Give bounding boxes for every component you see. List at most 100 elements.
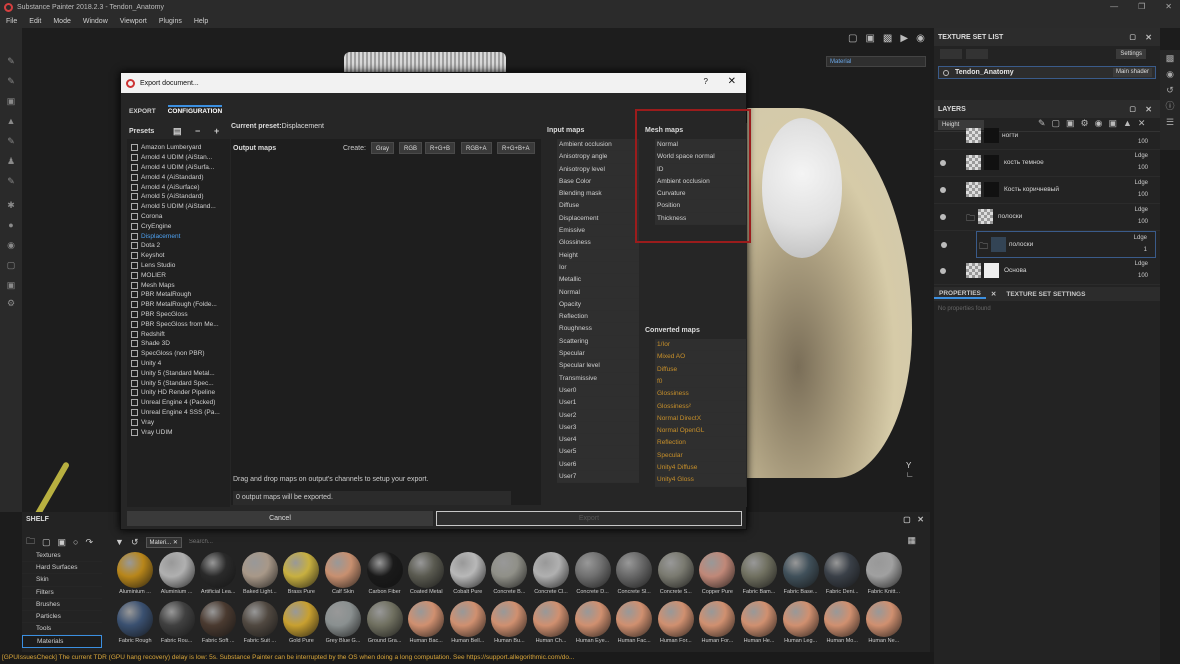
preset-item[interactable]: Mesh Maps bbox=[131, 280, 230, 290]
layer-blend[interactable]: Ldge bbox=[1135, 153, 1148, 159]
layer-opacity[interactable]: 100 bbox=[1138, 192, 1148, 198]
input-map-item[interactable]: Height bbox=[557, 249, 639, 262]
preset-item[interactable]: Unreal Engine 4 (Packed) bbox=[131, 398, 230, 408]
preset-item[interactable]: Arnold 4 (AiStandard) bbox=[131, 172, 230, 182]
layer-blend[interactable]: Ldge bbox=[1135, 261, 1148, 267]
menu-mode[interactable]: Mode bbox=[53, 18, 71, 25]
frame-icon[interactable]: ▢ bbox=[848, 33, 857, 44]
preset-item[interactable]: Arnold 4 UDIM (AiStan... bbox=[131, 153, 230, 163]
float-icon[interactable]: ▢ bbox=[1129, 105, 1136, 113]
export-icon[interactable]: ▣ bbox=[6, 280, 16, 290]
shelf-category-item[interactable]: Textures bbox=[22, 550, 102, 563]
shelf-category-item[interactable]: Brushes bbox=[22, 599, 102, 611]
input-map-item[interactable]: User2 bbox=[557, 409, 639, 422]
minimize-icon[interactable]: — bbox=[1110, 2, 1118, 11]
tab-texture-set-settings[interactable]: TEXTURE SET SETTINGS bbox=[1001, 291, 1090, 298]
preset-item[interactable]: Displacement bbox=[131, 231, 230, 241]
preset-item[interactable]: Unity 4 bbox=[131, 359, 230, 369]
tab-configuration[interactable]: CONFIGURATION bbox=[167, 105, 223, 117]
preset-item[interactable]: PBR MetalRough bbox=[131, 290, 230, 300]
light-icon[interactable]: ● bbox=[6, 220, 16, 230]
projection-icon[interactable]: ▣ bbox=[6, 96, 16, 106]
export-button[interactable]: Export bbox=[436, 511, 742, 526]
input-map-item[interactable]: User0 bbox=[557, 384, 639, 398]
close-panel-icon[interactable]: ✕ bbox=[1145, 105, 1152, 114]
eye-icon[interactable] bbox=[940, 214, 946, 220]
layer-blend[interactable]: Ldge bbox=[1134, 235, 1147, 241]
converted-map-item[interactable]: Unity4 Gloss bbox=[655, 474, 746, 487]
photoshop-icon[interactable]: ▢ bbox=[6, 260, 16, 270]
close-dialog-icon[interactable]: ✕ bbox=[728, 76, 736, 87]
material-thumbnail[interactable]: Cobalt Pure bbox=[448, 552, 488, 600]
preset-item[interactable]: Keyshot bbox=[131, 251, 230, 261]
layer-row[interactable]: ногти 100 bbox=[934, 128, 1160, 150]
material-thumbnail[interactable]: Fabric Soft ... bbox=[198, 601, 238, 649]
material-thumbnail[interactable]: Brass Pure bbox=[281, 552, 321, 600]
material-thumbnail[interactable]: Fabric Base... bbox=[781, 552, 821, 600]
preset-item[interactable]: PBR SpecGloss bbox=[131, 310, 230, 320]
preset-item[interactable]: Unity 5 (Standard Metal... bbox=[131, 368, 230, 378]
material-thumbnail[interactable]: Human For... bbox=[656, 601, 696, 649]
preset-item[interactable]: Shade 3D bbox=[131, 339, 230, 349]
material-thumbnail[interactable]: Human Mo... bbox=[822, 601, 862, 649]
refresh-icon[interactable]: ↺ bbox=[131, 537, 139, 548]
preset-item[interactable]: Arnold 4 UDIM (AiSurfa... bbox=[131, 163, 230, 173]
material-mode-select[interactable]: Material bbox=[826, 56, 926, 67]
material-thumbnail[interactable]: Human Bell... bbox=[448, 601, 488, 649]
screenshot-icon[interactable]: ◉ bbox=[916, 33, 925, 44]
material-thumbnail[interactable]: Human Ch... bbox=[531, 601, 571, 649]
preset-item[interactable]: Vray UDIM bbox=[131, 427, 230, 437]
folder-icon[interactable]: 🗀 bbox=[26, 534, 35, 550]
material-thumbnail[interactable]: Human For... bbox=[697, 601, 737, 649]
display-settings-icon[interactable]: ▩ bbox=[1160, 50, 1180, 66]
material-thumbnail[interactable]: Human Bac... bbox=[406, 601, 446, 649]
material-thumbnail[interactable]: Concrete Sl... bbox=[614, 552, 654, 600]
input-map-item[interactable]: Base Color bbox=[557, 175, 639, 189]
preset-item[interactable]: Redshift bbox=[131, 329, 230, 339]
input-map-item[interactable]: User7 bbox=[557, 471, 639, 484]
material-thumbnail[interactable]: Fabric Knitt... bbox=[864, 552, 904, 600]
close-panel-icon[interactable]: ▢ ✕ bbox=[903, 515, 924, 524]
bake-icon[interactable]: ✱ bbox=[6, 200, 16, 210]
shelf-category-item[interactable]: Tools bbox=[22, 623, 102, 636]
material-thumbnail[interactable]: Carbon Fiber bbox=[365, 552, 405, 600]
shelf-category-item[interactable]: Hard Surfaces bbox=[22, 562, 102, 575]
converted-map-item[interactable]: Reflection bbox=[655, 437, 746, 450]
menu-file[interactable]: File bbox=[6, 18, 17, 25]
video-icon[interactable]: ▶ bbox=[900, 33, 908, 44]
layer-tools-icons[interactable]: ✎▢▣⚙◉▣▲✕ bbox=[1038, 118, 1151, 129]
clone-icon[interactable]: ♟ bbox=[6, 156, 16, 166]
eye-icon[interactable] bbox=[941, 242, 947, 248]
input-map-item[interactable]: Diffuse bbox=[557, 200, 639, 213]
create-rgb-button[interactable]: RGB bbox=[399, 142, 423, 154]
settings-icon[interactable]: ⚙ bbox=[6, 298, 16, 308]
layer-opacity[interactable]: 100 bbox=[1138, 219, 1148, 225]
preset-item[interactable]: Vray bbox=[131, 417, 230, 427]
input-map-item[interactable]: Transmissive bbox=[557, 372, 639, 385]
input-map-item[interactable]: Scattering bbox=[557, 335, 639, 349]
hide-icon[interactable]: ○ bbox=[73, 537, 78, 547]
material-thumbnail[interactable]: Human Bu... bbox=[489, 601, 529, 649]
material-thumbnail[interactable]: Human Ne... bbox=[864, 601, 904, 649]
eraser-icon[interactable]: ✎ bbox=[6, 76, 16, 86]
input-map-item[interactable]: Reflection bbox=[557, 311, 639, 324]
help-icon[interactable]: ? bbox=[704, 77, 708, 86]
layer-row[interactable]: Кость коричневый Ldge 100 bbox=[934, 177, 1160, 204]
geometry-fill-icon[interactable]: ▲ bbox=[6, 116, 16, 126]
preset-item[interactable]: Arnold 4 (AiSurface) bbox=[131, 182, 230, 192]
shader-settings-icon[interactable]: ◉ bbox=[1160, 66, 1180, 82]
input-map-item[interactable]: User5 bbox=[557, 446, 639, 459]
layer-folder-row-selected[interactable]: 🗀 полоски Ldge 1 bbox=[941, 231, 1156, 258]
close-tab-icon[interactable]: ✕ bbox=[986, 290, 1001, 298]
material-thumbnail[interactable]: Aluminium ... bbox=[115, 552, 155, 600]
input-map-item[interactable]: User6 bbox=[557, 458, 639, 472]
layer-blend[interactable]: Ldge bbox=[1135, 180, 1148, 186]
remove-preset-icon[interactable]: − bbox=[195, 126, 200, 136]
tab-export[interactable]: EXPORT bbox=[129, 108, 156, 117]
converted-map-item[interactable]: Unity4 Diffuse bbox=[655, 462, 746, 475]
shelf-category-item[interactable]: Filters bbox=[22, 587, 102, 599]
preset-item[interactable]: Arnold 5 (AiStandard) bbox=[131, 192, 230, 202]
preset-item[interactable]: Unity 5 (Standard Spec... bbox=[131, 378, 230, 388]
layer-opacity[interactable]: 100 bbox=[1138, 139, 1148, 145]
input-map-item[interactable]: Ior bbox=[557, 261, 639, 275]
